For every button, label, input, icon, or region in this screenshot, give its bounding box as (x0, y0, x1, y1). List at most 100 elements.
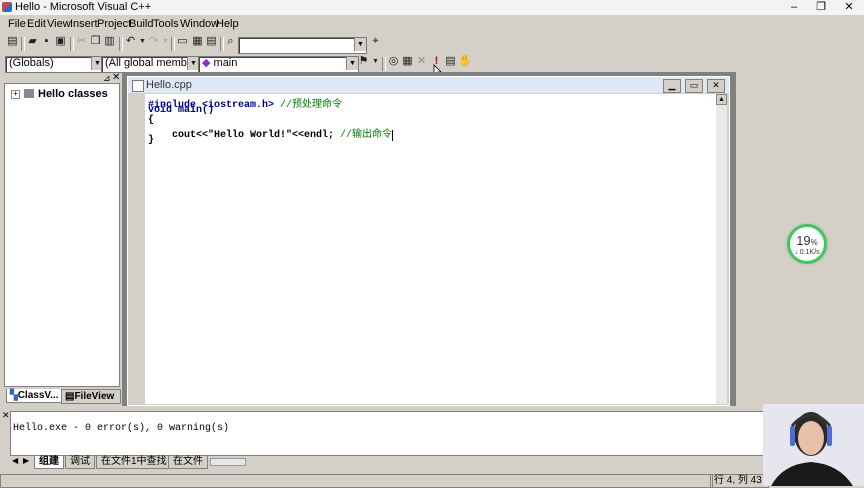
text-caret: ​ (392, 130, 394, 141)
code-comment: //预处理命令 (280, 100, 343, 111)
document-icon (132, 80, 144, 92)
tab-find-in-files-1[interactable]: 在文件1中查找 (96, 456, 172, 469)
tab-build[interactable]: 组建 (34, 456, 64, 469)
horizontal-scrollbar[interactable] (210, 458, 246, 466)
class-tree-root[interactable]: + Hello classes (11, 88, 108, 100)
classview-icon: ▚ (10, 390, 18, 401)
menu-build[interactable]: Build (129, 18, 153, 30)
new-file-icon[interactable]: ▤ (6, 35, 19, 48)
minimize-button[interactable]: – (783, 0, 805, 14)
status-bar: 行 4, 列 43 (0, 473, 864, 488)
close-output-icon[interactable]: ✕ (2, 410, 10, 422)
menu-view[interactable]: View (47, 18, 71, 30)
download-speed: ↓ 0.1K/s (794, 249, 820, 256)
output-window-icon[interactable]: ▦ (191, 35, 204, 48)
scroll-up-icon[interactable]: ▲ (716, 94, 727, 105)
network-speed-widget[interactable]: 19% ↓ 0.1K/s (787, 224, 827, 264)
function-combo[interactable]: ◆ main ▼ (198, 56, 359, 73)
toolbar-separator (70, 37, 74, 51)
copy-icon[interactable]: ❐ (89, 35, 102, 48)
webcam-overlay (763, 404, 864, 486)
tab-scroll-left-icon[interactable]: ◀ (12, 456, 18, 465)
open-folder-icon[interactable]: ▰ (26, 35, 39, 48)
toolbar-separator (382, 57, 386, 71)
menu-bar: File Edit View Insert Project Build Tool… (0, 16, 864, 33)
title-bar: Hello - Microsoft Visual C++ – ❐ ✕ (0, 0, 864, 15)
build-result-text: Hello.exe - 0 error(s), 0 warning(s) (13, 423, 230, 434)
expand-icon[interactable]: + (11, 90, 20, 99)
scope-combo[interactable]: (Globals) ▼ (5, 56, 104, 73)
find-in-files-icon[interactable]: ⌕ (224, 35, 237, 48)
restore-button[interactable]: ❐ (810, 0, 832, 14)
go-icon[interactable]: ▤ (444, 55, 457, 68)
toolbar-separator (119, 37, 123, 51)
close-button[interactable]: ✕ (838, 0, 860, 14)
compile-icon[interactable]: ◎ (387, 55, 400, 68)
document-title-bar[interactable]: Hello.cpp ▁ ▭ ✕ (128, 77, 729, 93)
usage-percent: 19% (790, 233, 824, 248)
code-comment: //输出命令 (340, 130, 393, 141)
document-title: Hello.cpp (146, 79, 192, 91)
find-icon[interactable]: ⌖ (369, 35, 382, 48)
menu-window[interactable]: Window (180, 18, 219, 30)
tab-scroll-right-icon[interactable]: ▶ (23, 456, 29, 465)
window-list-icon[interactable]: ▤ (205, 35, 218, 48)
code-editor[interactable]: #include <iostream.h> //预处理命令 void main(… (145, 94, 716, 404)
menu-tools[interactable]: Tools (153, 18, 179, 30)
members-combo-value: (All global members (105, 57, 200, 69)
toolbar-separator (21, 37, 25, 51)
build-icon[interactable]: ▦ (401, 55, 414, 68)
standard-toolbar: ▤ ▰ ▪ ▣ ✂ ❐ ▥ ↶ ▼ ↷ ▼ ▭ ▦ ▤ ⌕ ▼ ⌖ (0, 35, 864, 54)
menu-edit[interactable]: Edit (27, 18, 46, 30)
tab-fileview[interactable]: ▤FileView (61, 389, 121, 404)
code-text: void main() (148, 105, 215, 116)
code-line: void main() (148, 105, 214, 116)
scope-combo-value: (Globals) (9, 57, 54, 69)
workspace-gripper[interactable]: ⊿ ✕ (0, 72, 122, 83)
classes-icon (24, 89, 34, 98)
tab-classview-label: ClassV... (17, 390, 59, 401)
usage-percent-value: 19 (796, 233, 811, 248)
stop-build-icon[interactable]: ✕ (415, 55, 428, 68)
presenter-video-image (763, 404, 864, 486)
code-line: cout<<"Hello World!"<<endl; //输出命令​ (148, 125, 394, 141)
tree-root-label: Hello classes (38, 88, 108, 100)
menu-help[interactable]: Help (216, 18, 239, 30)
wizard-toolbar: (Globals) ▼ (All global members ▼ ◆ main… (0, 55, 864, 78)
cut-icon[interactable]: ✂ (75, 35, 88, 48)
workspace-pane: + Hello classes (4, 83, 120, 387)
save-all-icon[interactable]: ▣ (54, 35, 67, 48)
usage-percent-unit: % (810, 238, 818, 247)
doc-maximize-button[interactable]: ▭ (685, 79, 703, 93)
output-splitter[interactable] (0, 406, 864, 410)
toolbar-separator (171, 37, 175, 51)
save-icon[interactable]: ▪ (40, 35, 53, 48)
doc-close-button[interactable]: ✕ (707, 79, 725, 93)
tab-classview[interactable]: ▚ClassV... (6, 389, 68, 403)
tab-debug[interactable]: 调试 (65, 456, 95, 469)
menu-file[interactable]: File (8, 18, 26, 30)
output-pane[interactable]: Hello.exe - 0 error(s), 0 warning(s) (10, 411, 776, 456)
vertical-scrollbar[interactable]: ▲ (716, 94, 727, 404)
menu-project[interactable]: Project (97, 18, 131, 30)
workspace-icon[interactable]: ▭ (176, 35, 189, 48)
app-icon (2, 2, 12, 12)
code-line: } (148, 135, 154, 146)
paste-icon[interactable]: ▥ (103, 35, 116, 48)
menu-insert[interactable]: Insert (70, 18, 98, 30)
wizard-actions-dropdown-icon[interactable]: ▼ (369, 55, 382, 68)
window-title: Hello - Microsoft Visual C++ (15, 1, 152, 13)
function-icon: ◆ (202, 57, 211, 69)
tab-fileview-label: FileView (74, 391, 115, 402)
close-pane-icon[interactable]: ✕ (112, 72, 120, 83)
find-combo[interactable]: ▼ (238, 37, 367, 54)
document-window: Hello.cpp ▁ ▭ ✕ #include <iostream.h> //… (127, 76, 730, 406)
code-text: } (148, 135, 155, 146)
code-text: cout<<"Hello World!"<<endl; (148, 130, 341, 141)
chevron-down-icon[interactable]: ▼ (354, 38, 366, 51)
doc-minimize-button[interactable]: ▁ (663, 79, 681, 93)
output-tabs: ◀ ▶ 组建 调试 在文件1中查找 在文件 (10, 456, 776, 469)
breakpoint-hand-icon[interactable]: ✋ (458, 55, 472, 68)
members-combo[interactable]: (All global members ▼ (101, 56, 200, 73)
tab-find-in-files-2[interactable]: 在文件 (168, 456, 208, 469)
